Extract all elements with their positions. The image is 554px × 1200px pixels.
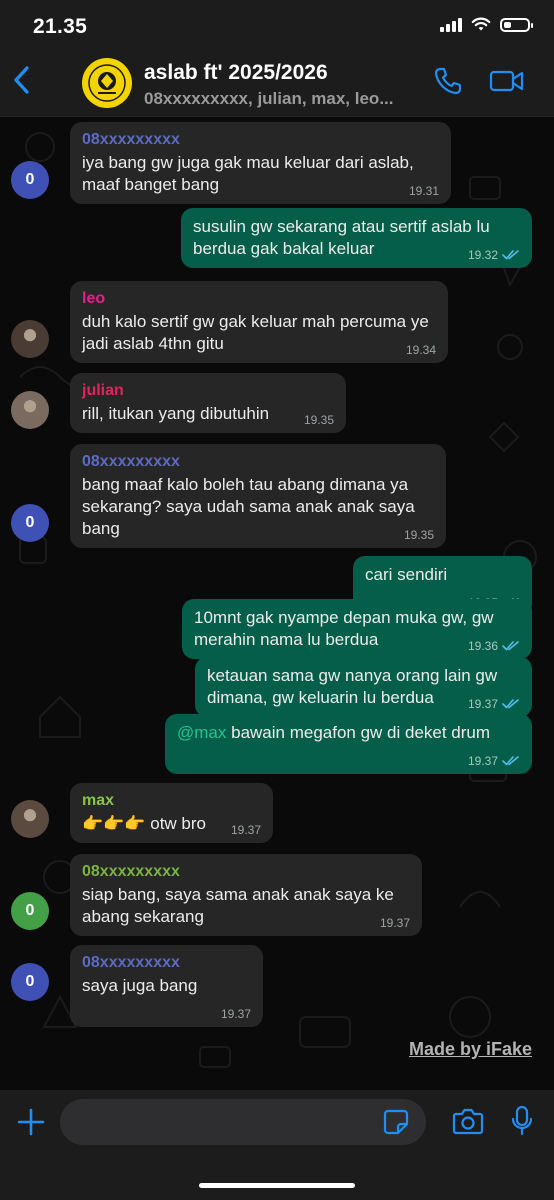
- outgoing-message[interactable]: @max bawain megafon gw di deket drum 19.3…: [165, 714, 532, 774]
- timestamp-text: 19.37: [379, 916, 410, 930]
- incoming-message[interactable]: 08xxxxxxxxx saya juga bang 19.37: [70, 945, 263, 1027]
- message-body: siap bang, saya sama anak anak saya ke a…: [82, 885, 394, 926]
- user-initial-avatar[interactable]: 0: [11, 161, 49, 199]
- message-timestamp: 19.36: [468, 639, 520, 653]
- timestamp-text: 19.35: [403, 528, 434, 542]
- incoming-message[interactable]: 08xxxxxxxxx iya bang gw juga gak mau kelu…: [70, 122, 451, 204]
- status-bar: 21.35: [0, 0, 554, 52]
- timestamp-text: 19.37: [467, 697, 498, 711]
- message-timestamp: 19.32: [468, 248, 520, 262]
- incoming-message[interactable]: 08xxxxxxxxx siap bang, saya sama anak ana…: [70, 854, 422, 936]
- message-timestamp: 19.37: [380, 916, 410, 930]
- message-body: saya juga bang: [82, 976, 198, 995]
- message-text: siap bang, saya sama anak anak saya ke a…: [82, 884, 408, 928]
- phone-icon[interactable]: [433, 66, 463, 96]
- message-timestamp: 19.37: [468, 697, 520, 711]
- user-initial-avatar[interactable]: 0: [11, 892, 49, 930]
- watermark: Made by iFake: [408, 1039, 532, 1059]
- message-body: rill, itukan yang dibutuhin: [82, 404, 270, 423]
- user-photo-avatar[interactable]: [11, 800, 49, 838]
- mention-link[interactable]: @max: [177, 723, 226, 742]
- message-timestamp: 19.37: [468, 754, 520, 768]
- battery-icon: [500, 17, 533, 32]
- chat-area[interactable]: 08xxxxxxxxx iya bang gw juga gak mau kelu…: [0, 117, 554, 1090]
- message-body: otw bro: [150, 814, 206, 833]
- timestamp-text: 19.32: [467, 248, 498, 262]
- message-body: ketauan sama gw nanya orang lain gw dima…: [207, 666, 498, 707]
- chat-header: aslab ft' 2025/2026 08xxxxxxxxx, julian,…: [0, 52, 554, 117]
- user-initial-avatar[interactable]: 0: [11, 504, 49, 542]
- incoming-message[interactable]: max 👉👉👉 otw bro 19.37: [70, 783, 273, 843]
- message-body: 10mnt gak nyampe depan muka gw, gw merah…: [194, 608, 494, 649]
- plus-icon[interactable]: [16, 1107, 46, 1137]
- timestamp-text: 19.37: [467, 754, 498, 768]
- message-timestamp: 19.37: [231, 823, 261, 837]
- chat-title[interactable]: aslab ft' 2025/2026: [144, 61, 328, 85]
- message-sender[interactable]: max: [82, 791, 259, 811]
- microphone-icon[interactable]: [510, 1105, 534, 1137]
- cellular-signal-icon: [440, 17, 462, 32]
- read-ticks-icon: [502, 641, 519, 651]
- timestamp-text: 19.36: [467, 639, 498, 653]
- message-sender[interactable]: 08xxxxxxxxx: [82, 862, 408, 882]
- status-icons: [440, 17, 533, 32]
- video-camera-icon[interactable]: [489, 68, 525, 94]
- read-ticks-icon: [502, 250, 519, 260]
- user-photo-avatar[interactable]: [11, 320, 49, 358]
- message-text: iya bang gw juga gak mau keluar dari asl…: [82, 152, 437, 196]
- message-timestamp: 19.31: [409, 184, 439, 198]
- back-chevron-icon[interactable]: [10, 62, 34, 98]
- message-sender[interactable]: 08xxxxxxxxx: [82, 953, 249, 973]
- home-indicator: [199, 1183, 355, 1188]
- message-sender[interactable]: julian: [82, 381, 332, 401]
- user-photo-avatar[interactable]: [11, 391, 49, 429]
- message-text: duh kalo sertif gw gak keluar mah percum…: [82, 311, 434, 355]
- message-text: rill, itukan yang dibutuhin: [82, 403, 332, 425]
- sticker-icon[interactable]: [383, 1109, 409, 1135]
- message-body: iya bang gw juga gak mau keluar dari asl…: [82, 153, 414, 194]
- outgoing-message[interactable]: ketauan sama gw nanya orang lain gw dima…: [195, 657, 532, 717]
- timestamp-text: 19.35: [303, 413, 334, 427]
- message-body: cari sendiri: [365, 565, 448, 584]
- status-time: 21.35: [33, 15, 88, 38]
- outgoing-message[interactable]: susulin gw sekarang atau sertif aslab lu…: [181, 208, 532, 268]
- user-initial-avatar[interactable]: 0: [11, 963, 49, 1001]
- camera-icon[interactable]: [452, 1107, 484, 1135]
- message-sender[interactable]: leo: [82, 289, 434, 309]
- timestamp-text: 19.34: [405, 343, 436, 357]
- message-body: susulin gw sekarang atau sertif aslab lu…: [193, 217, 490, 258]
- outgoing-message[interactable]: 10mnt gak nyampe depan muka gw, gw merah…: [182, 599, 532, 659]
- message-text: bang maaf kalo boleh tau abang dimana ya…: [82, 474, 432, 540]
- incoming-message[interactable]: 08xxxxxxxxx bang maaf kalo boleh tau aban…: [70, 444, 446, 548]
- group-avatar[interactable]: [82, 58, 132, 108]
- message-body: bang maaf kalo boleh tau abang dimana ya…: [82, 475, 415, 538]
- message-timestamp: 19.37: [221, 1007, 251, 1021]
- read-ticks-icon: [502, 756, 519, 766]
- read-ticks-icon: [502, 699, 519, 709]
- incoming-message[interactable]: julian rill, itukan yang dibutuhin 19.35: [70, 373, 346, 433]
- message-timestamp: 19.34: [406, 343, 436, 357]
- message-text: @max bawain megafon gw di deket drum: [177, 722, 518, 766]
- message-input[interactable]: [60, 1099, 426, 1145]
- wifi-icon: [471, 17, 491, 31]
- timestamp-text: 19.31: [408, 184, 439, 198]
- message-body: bawain megafon gw di deket drum: [231, 723, 491, 742]
- incoming-message[interactable]: leo duh kalo sertif gw gak keluar mah per…: [70, 281, 448, 363]
- timestamp-text: 19.37: [230, 823, 261, 837]
- message-sender[interactable]: 08xxxxxxxxx: [82, 130, 437, 150]
- message-timestamp: 19.35: [304, 413, 334, 427]
- message-timestamp: 19.35: [404, 528, 434, 542]
- pointing-hand-emoji: 👉👉👉: [82, 814, 146, 833]
- message-body: duh kalo sertif gw gak keluar mah percum…: [82, 312, 429, 353]
- chat-participants[interactable]: 08xxxxxxxxx, julian, max, leo...: [144, 89, 424, 109]
- timestamp-text: 19.37: [220, 1007, 251, 1021]
- message-sender[interactable]: 08xxxxxxxxx: [82, 452, 432, 472]
- university-logo-icon: [88, 64, 126, 102]
